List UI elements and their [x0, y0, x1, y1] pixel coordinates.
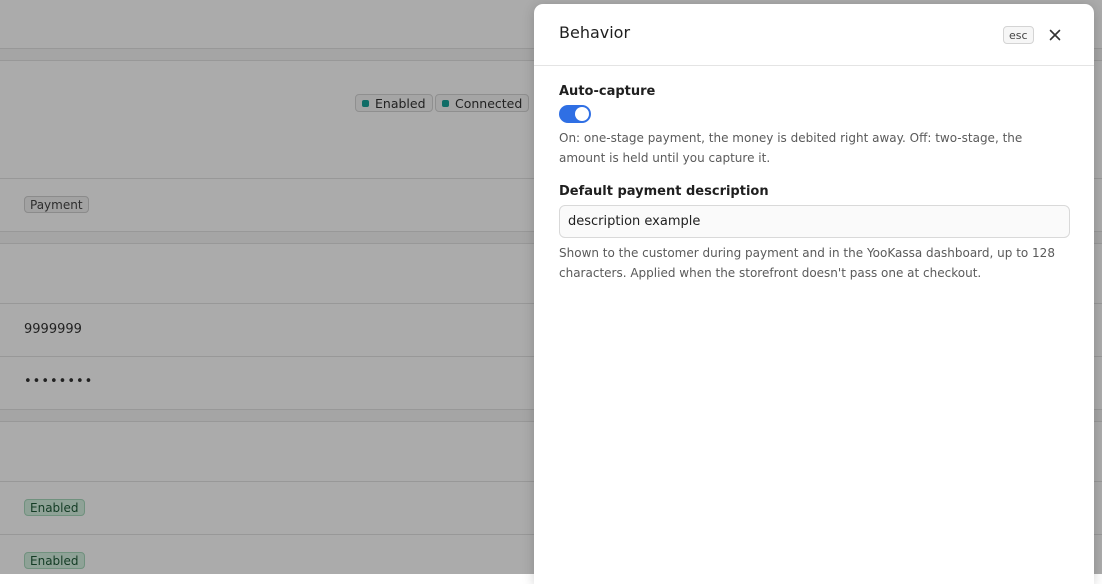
auto-capture-toggle[interactable]: [559, 105, 591, 123]
auto-capture-help: On: one-stage payment, the money is debi…: [559, 131, 1023, 165]
drawer-body: Auto-capture On: one-stage payment, the …: [559, 84, 1070, 283]
close-button[interactable]: [1046, 26, 1064, 44]
description-help: Shown to the customer during payment and…: [559, 246, 1055, 280]
toggle-knob: [575, 107, 589, 121]
drawer-header: Behavior esc: [534, 4, 1094, 66]
behavior-drawer: Behavior esc Auto-capture On: one-stage …: [534, 4, 1094, 584]
drawer-title: Behavior: [559, 23, 631, 42]
description-input[interactable]: [559, 205, 1070, 238]
description-label: Default payment description: [559, 184, 769, 199]
auto-capture-label: Auto-capture: [559, 84, 656, 99]
close-icon: [1049, 29, 1061, 41]
esc-key-hint: esc: [1003, 26, 1034, 44]
